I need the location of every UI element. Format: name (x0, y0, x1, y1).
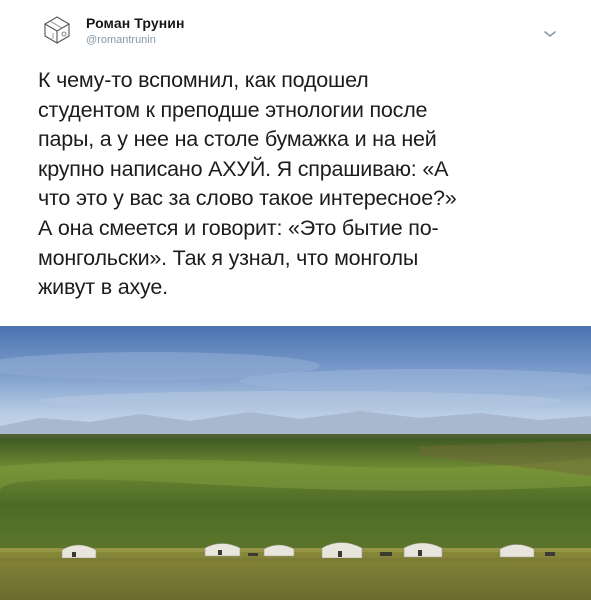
tweet-line: студентом к преподше этнологии после (38, 97, 428, 122)
tweet-line: крупно написано АХУЙ. Я спрашиваю: «А (38, 156, 449, 181)
pencil-sketch-avatar-icon (40, 12, 74, 46)
author-name[interactable]: Роман Трунин (86, 15, 185, 31)
tweet-line: монгольски». Так я узнал, что монголы (38, 245, 419, 270)
tweet-line: А она смеется и говорит: «Это бытие по- (38, 215, 439, 240)
chevron-down-icon[interactable] (543, 26, 557, 37)
tweet-line: К чему-то вспомнил, как подошел (38, 68, 369, 92)
tweet-line: живут в ахуе. (38, 275, 168, 300)
tweet-line: пары, а у нее на столе бумажка и на ней (38, 127, 437, 152)
tweet-photo[interactable] (0, 326, 591, 600)
avatar[interactable] (40, 12, 74, 46)
steppe-yurts-photo (0, 326, 591, 600)
author-handle[interactable]: @romantrunin (86, 34, 156, 46)
tweet-line: что это у вас за слово такое интересное?… (38, 186, 457, 211)
tweet-text: К чему-то вспомнил, как подошел студенто… (38, 66, 558, 303)
tweet-header: Роман Трунин @romantrunin (0, 0, 591, 60)
